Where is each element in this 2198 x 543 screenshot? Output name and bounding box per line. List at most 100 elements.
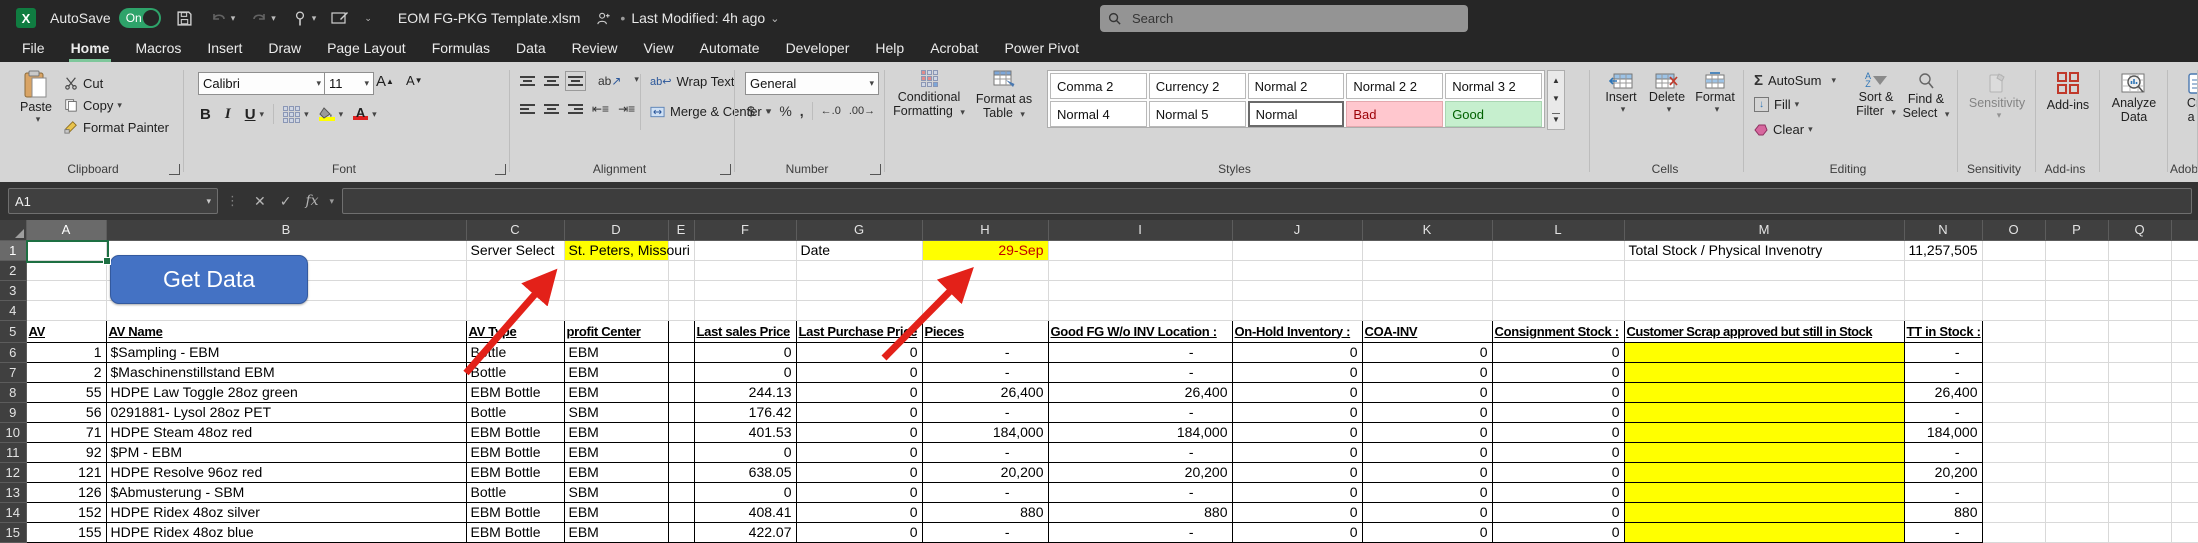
column-header-I[interactable]: I	[1048, 220, 1232, 240]
table-cell[interactable]: -	[1048, 522, 1232, 542]
increase-decimal-button[interactable]: ←.0	[821, 105, 841, 117]
increase-indent-icon[interactable]: ⇥≡	[618, 102, 635, 116]
table-cell[interactable]: SBM	[564, 482, 668, 502]
row-header-11[interactable]: 11	[0, 442, 26, 462]
row-header-9[interactable]: 9	[0, 402, 26, 422]
table-cell[interactable]: -	[1904, 442, 1982, 462]
table-cell[interactable]: 0	[1492, 362, 1624, 382]
cell-D4[interactable]	[564, 300, 668, 320]
table-cell[interactable]: Bottle	[466, 362, 564, 382]
table-cell[interactable]: 0	[1492, 402, 1624, 422]
paste-button[interactable]: Paste ▾	[14, 70, 58, 125]
table-cell[interactable]: 20,200	[922, 462, 1048, 482]
cell-P15[interactable]	[2045, 522, 2108, 542]
cell-Q9[interactable]	[2108, 402, 2171, 422]
fill-handle[interactable]	[103, 257, 111, 265]
menu-tab-review[interactable]: Review	[560, 36, 630, 62]
table-cell[interactable]	[668, 382, 694, 402]
table-cell[interactable]: 0	[796, 522, 922, 542]
table-cell[interactable]: 0	[1362, 482, 1492, 502]
style-chip-normal-2[interactable]: Normal 2	[1248, 73, 1345, 99]
align-bottom-icon[interactable]	[568, 74, 583, 88]
create-pdf-button[interactable]: Crea P	[2172, 72, 2198, 125]
cell-P11[interactable]	[2045, 442, 2108, 462]
copy-button[interactable]: Copy▾	[64, 94, 169, 116]
cell-A2[interactable]	[26, 260, 106, 280]
table-cell[interactable]	[668, 502, 694, 522]
table-cell[interactable]: -	[922, 482, 1048, 502]
comma-format-button[interactable]: ,	[800, 103, 804, 119]
row-header-10[interactable]: 10	[0, 422, 26, 442]
cell-E4[interactable]	[668, 300, 694, 320]
cell-H3[interactable]	[922, 280, 1048, 300]
table-cell[interactable]: 244.13	[694, 382, 796, 402]
table-header-Last Purchase Price[interactable]: Last Purchase Price	[796, 320, 922, 342]
menu-tab-data[interactable]: Data	[504, 36, 558, 62]
menu-tab-view[interactable]: View	[632, 36, 686, 62]
format-as-table-button[interactable]: Format as Table ▾	[971, 70, 1037, 121]
menu-tab-help[interactable]: Help	[863, 36, 916, 62]
table-cell[interactable]: 401.53	[694, 422, 796, 442]
table-cell[interactable]: 0	[796, 362, 922, 382]
cell-K2[interactable]	[1362, 260, 1492, 280]
table-cell[interactable]: -	[1048, 482, 1232, 502]
align-top-icon[interactable]	[520, 74, 535, 88]
table-cell[interactable]	[1624, 442, 1904, 462]
table-header-Good FG W/o INV Location :[interactable]: Good FG W/o INV Location :	[1048, 320, 1232, 342]
table-cell[interactable]: EBM Bottle	[466, 442, 564, 462]
table-header-blank[interactable]	[668, 320, 694, 342]
table-cell[interactable]: 880	[922, 502, 1048, 522]
row-header-5[interactable]: 5	[0, 320, 26, 342]
cell-K4[interactable]	[1362, 300, 1492, 320]
cell-Q2[interactable]	[2108, 260, 2171, 280]
row-header-7[interactable]: 7	[0, 362, 26, 382]
cell-K1[interactable]	[1362, 240, 1492, 260]
cell-P8[interactable]	[2045, 382, 2108, 402]
table-cell[interactable]: EBM Bottle	[466, 382, 564, 402]
cell-P14[interactable]	[2045, 502, 2108, 522]
table-cell[interactable]: 880	[1048, 502, 1232, 522]
menu-tab-insert[interactable]: Insert	[195, 36, 254, 62]
table-cell[interactable]: 0	[1492, 422, 1624, 442]
table-cell[interactable]: 0	[1362, 342, 1492, 362]
column-header-partial[interactable]	[2171, 220, 2198, 240]
column-header-D[interactable]: D	[564, 220, 668, 240]
menu-tab-draw[interactable]: Draw	[256, 36, 313, 62]
row-header-4[interactable]: 4	[0, 300, 26, 320]
row-header-6[interactable]: 6	[0, 342, 26, 362]
formula-input[interactable]	[342, 188, 2192, 214]
table-cell[interactable]: 0	[1362, 362, 1492, 382]
table-cell[interactable]: -	[922, 342, 1048, 362]
table-cell[interactable]: -	[1048, 402, 1232, 422]
table-cell[interactable]: EBM	[564, 502, 668, 522]
table-cell[interactable]: EBM	[564, 362, 668, 382]
column-header-J[interactable]: J	[1232, 220, 1362, 240]
table-cell[interactable]	[668, 342, 694, 362]
table-cell[interactable]: 0	[1492, 502, 1624, 522]
orientation-button[interactable]: ab↗	[598, 74, 621, 88]
delete-cells-button[interactable]: Delete▾	[1646, 72, 1688, 115]
table-cell[interactable]: -	[1048, 442, 1232, 462]
table-cell[interactable]: 0	[1362, 382, 1492, 402]
decrease-decimal-button[interactable]: .00→	[849, 105, 875, 117]
table-cell[interactable]: 0	[1362, 402, 1492, 422]
cell-J3[interactable]	[1232, 280, 1362, 300]
column-header-G[interactable]: G	[796, 220, 922, 240]
cell-A4[interactable]	[26, 300, 106, 320]
table-cell[interactable]	[668, 482, 694, 502]
insert-function-icon[interactable]: fx	[305, 193, 318, 209]
table-cell[interactable]: 0	[1232, 442, 1362, 462]
cell-N2[interactable]	[1904, 260, 1982, 280]
italic-button[interactable]: I	[225, 106, 231, 123]
cell-N4[interactable]	[1904, 300, 1982, 320]
cell-P2[interactable]	[2045, 260, 2108, 280]
table-cell[interactable]: 20,200	[1048, 462, 1232, 482]
table-cell[interactable]: 0	[694, 342, 796, 362]
table-cell[interactable]: HDPE Ridex 48oz silver	[106, 502, 466, 522]
cell-Q12[interactable]	[2108, 462, 2171, 482]
cell-Q6[interactable]	[2108, 342, 2171, 362]
cell-I4[interactable]	[1048, 300, 1232, 320]
redo-icon[interactable]	[249, 8, 269, 28]
cell-H2[interactable]	[922, 260, 1048, 280]
column-header-C[interactable]: C	[466, 220, 564, 240]
